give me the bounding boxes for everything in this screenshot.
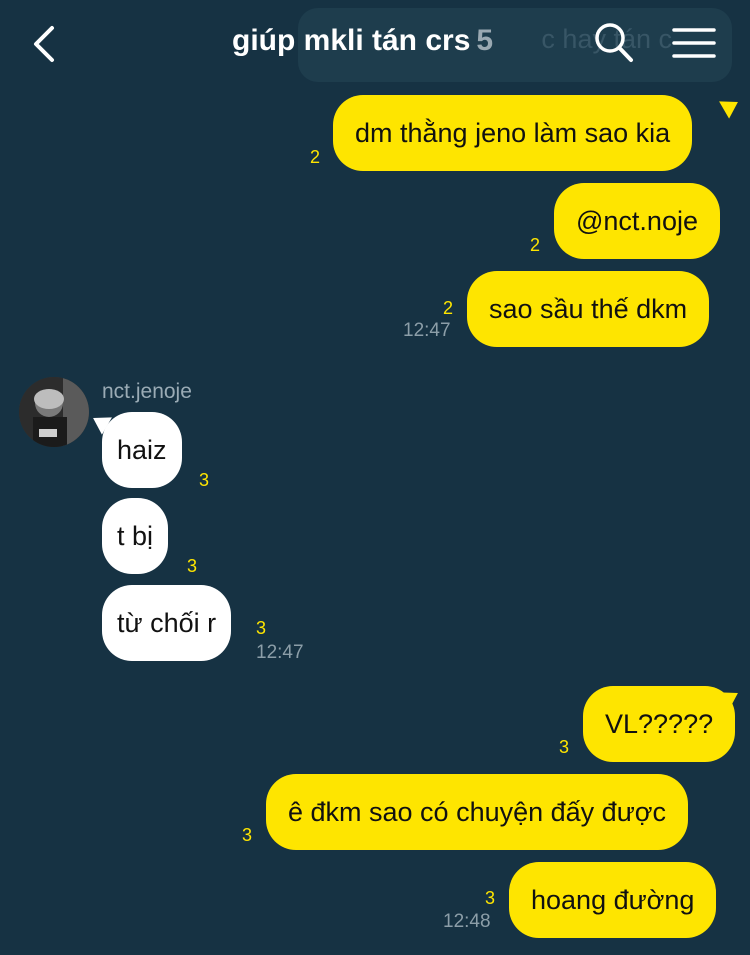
message-text: @nct.noje (576, 206, 698, 236)
sender-name: nct.jenoje (102, 380, 192, 403)
message-text: haiz (117, 435, 167, 465)
message-text: t bị (117, 521, 154, 551)
incoming-message-bubble[interactable]: từ chối r (102, 585, 232, 661)
outgoing-message-bubble[interactable]: sao sầu thế dkm (467, 271, 710, 347)
message-timestamp: 12:47 (256, 642, 304, 663)
avatar[interactable] (19, 377, 89, 447)
message-text: dm thằng jeno làm sao kia (355, 118, 671, 148)
unread-count: 3 (199, 470, 210, 490)
unread-count: 3 (256, 618, 267, 638)
menu-button[interactable] (672, 24, 716, 64)
unread-count: 2 (310, 147, 321, 167)
unread-count: 2 (443, 298, 454, 318)
message-text: hoang đường (531, 885, 695, 915)
message-text: sao sầu thế dkm (489, 294, 688, 324)
bubble-tail (719, 93, 743, 119)
unread-count: 3 (187, 556, 198, 576)
chat-title-text: giúp mkli tán crs (232, 24, 471, 57)
outgoing-message-bubble[interactable]: ê đkm sao có chuyện đấy được (266, 774, 688, 850)
chevron-left-icon (34, 26, 54, 62)
message-text: ê đkm sao có chuyện đấy được (288, 797, 666, 827)
back-button[interactable] (26, 22, 66, 66)
incoming-message-bubble[interactable]: haiz (102, 412, 182, 488)
unread-count: 3 (242, 825, 253, 845)
incoming-message-bubble[interactable]: t bị (102, 498, 169, 574)
message-timestamp: 12:47 (403, 320, 451, 341)
member-count: 5 (476, 24, 494, 57)
chat-title: giúp mkli tán crs 5 (232, 24, 493, 58)
search-icon (595, 23, 633, 62)
hamburger-menu-icon (672, 28, 716, 58)
unread-count: 3 (485, 888, 496, 908)
unread-count: 3 (559, 737, 570, 757)
chat-header: c hay tán c giúp mkli tán crs 5 (0, 0, 750, 90)
outgoing-message-bubble[interactable]: @nct.noje (554, 183, 720, 259)
outgoing-message-bubble[interactable]: hoang đường (509, 862, 717, 938)
message-timestamp: 12:48 (443, 911, 491, 932)
message-text: từ chối r (117, 608, 217, 638)
outgoing-message-bubble[interactable]: dm thằng jeno làm sao kia (333, 95, 693, 171)
outgoing-message-bubble[interactable]: VL????? (583, 686, 736, 762)
search-button[interactable] (592, 20, 636, 66)
unread-count: 2 (530, 235, 541, 255)
profile-photo (19, 377, 89, 447)
message-text: VL????? (605, 709, 714, 739)
